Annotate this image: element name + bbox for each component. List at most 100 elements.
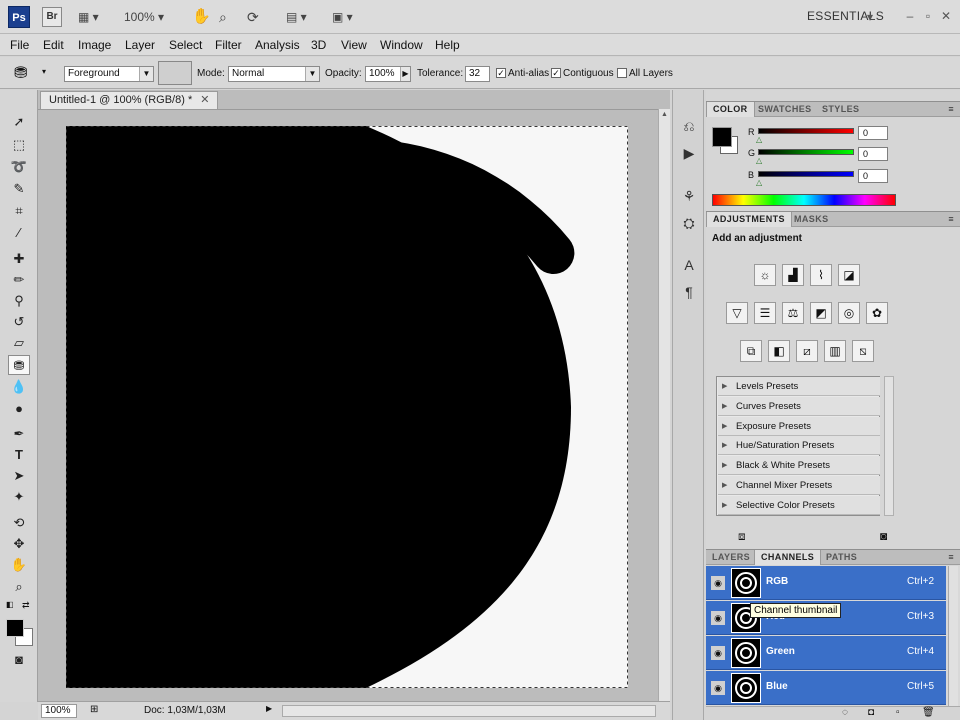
zoom-tool-icon[interactable]: ⌕ xyxy=(219,8,227,26)
visibility-eye-icon[interactable]: ◉ xyxy=(711,611,725,625)
default-colors-icon[interactable]: ◧ xyxy=(6,600,14,609)
3d-orbit-tool-icon[interactable]: ✥ xyxy=(8,534,30,554)
presets-scrollbar[interactable] xyxy=(884,376,894,516)
swap-colors-icon[interactable]: ⇄ xyxy=(22,600,30,611)
hand-tool-icon[interactable]: ✋ xyxy=(192,8,211,26)
g-value-field[interactable]: 0 xyxy=(858,147,888,161)
preset-exposure[interactable]: Exposure Presets xyxy=(718,417,880,436)
preset-black-white[interactable]: Black & White Presets xyxy=(718,456,880,475)
tab-paths[interactable]: PATHS xyxy=(820,550,863,565)
close-icon[interactable]: ✕ xyxy=(200,94,209,106)
close-icon[interactable]: ✕ xyxy=(938,8,954,24)
channel-thumbnail[interactable] xyxy=(731,638,761,668)
channel-row-blue[interactable]: ◉ Blue Ctrl+5 xyxy=(706,671,946,705)
invert-icon[interactable]: ⧉ xyxy=(740,340,762,362)
eyedropper-tool-icon[interactable]: ⁄ xyxy=(8,223,30,243)
menu-3d[interactable]: 3D xyxy=(311,38,326,52)
history-brush-tool-icon[interactable]: ↺ xyxy=(8,312,30,332)
menu-image[interactable]: Image xyxy=(78,38,111,52)
black-white-icon[interactable]: ◩ xyxy=(810,302,832,324)
menu-edit[interactable]: Edit xyxy=(43,38,64,52)
tab-styles[interactable]: STYLES xyxy=(816,102,865,117)
tolerance-input[interactable]: 32 xyxy=(465,66,490,82)
load-selection-icon[interactable]: ◌ xyxy=(842,707,848,718)
restore-icon[interactable]: ▫ xyxy=(920,8,936,24)
new-channel-icon[interactable]: ▫ xyxy=(896,707,900,718)
tab-color[interactable]: COLOR xyxy=(706,102,755,117)
b-value-field[interactable]: 0 xyxy=(858,169,888,183)
move-tool-icon[interactable]: ➚ xyxy=(8,112,30,132)
minimize-icon[interactable]: – xyxy=(902,8,918,24)
channel-row-green[interactable]: ◉ Green Ctrl+4 xyxy=(706,636,946,670)
status-menu-icon[interactable]: ▶ xyxy=(266,704,272,713)
color-fg-swatch[interactable] xyxy=(712,127,732,147)
chevron-up-icon[interactable]: ▲ xyxy=(661,111,669,121)
tab-adjustments[interactable]: ADJUSTMENTS xyxy=(706,212,792,227)
clone-source-panel-icon[interactable]: ⚘ xyxy=(679,186,699,206)
b-slider[interactable] xyxy=(758,171,854,177)
clone-stamp-tool-icon[interactable]: ⚲ xyxy=(8,291,30,311)
history-panel-icon[interactable]: ⎌ xyxy=(679,116,699,136)
channel-thumbnail[interactable] xyxy=(731,568,761,598)
rotate-view-icon[interactable]: ⟳ xyxy=(247,8,259,26)
brightness-contrast-icon[interactable]: ☼ xyxy=(754,264,776,286)
paint-bucket-preset-icon[interactable]: ⛃ xyxy=(14,63,27,83)
b-slider-handle[interactable]: △ xyxy=(756,178,762,187)
foreground-color-swatch[interactable] xyxy=(6,619,24,637)
contiguous-checkbox[interactable]: ✓ xyxy=(551,68,561,78)
brush-tool-icon[interactable]: ✏ xyxy=(8,270,30,290)
tab-swatches[interactable]: SWATCHES xyxy=(752,102,818,117)
visibility-eye-icon[interactable]: ◉ xyxy=(711,681,725,695)
opacity-input[interactable]: 100% ▶ xyxy=(365,66,411,82)
panel-menu-icon[interactable]: ≡ xyxy=(942,550,960,565)
color-balance-icon[interactable]: ⚖ xyxy=(782,302,804,324)
arrange-documents-icon[interactable]: ▤ ▾ xyxy=(286,8,307,26)
posterize-icon[interactable]: ◧ xyxy=(768,340,790,362)
menu-select[interactable]: Select xyxy=(169,38,202,52)
r-slider[interactable] xyxy=(758,128,854,134)
visibility-eye-icon[interactable]: ◉ xyxy=(711,646,725,660)
lasso-tool-icon[interactable]: ➰ xyxy=(8,157,30,177)
preset-channel-mixer[interactable]: Channel Mixer Presets xyxy=(718,476,880,495)
screen-mode-icon[interactable]: ▣ ▾ xyxy=(332,8,353,26)
g-slider-handle[interactable]: △ xyxy=(756,156,762,165)
view-extras-icon[interactable]: ▦ ▾ xyxy=(78,8,99,26)
gradient-map-icon[interactable]: ▥ xyxy=(824,340,846,362)
canvas-area[interactable] xyxy=(38,109,658,701)
photo-filter-icon[interactable]: ◎ xyxy=(838,302,860,324)
horizontal-scrollbar[interactable] xyxy=(282,705,656,717)
3d-rotate-tool-icon[interactable]: ⟲ xyxy=(8,513,30,533)
document-tab[interactable]: Untitled-1 @ 100% (RGB/8) * ✕ xyxy=(40,91,219,109)
channel-thumbnail[interactable] xyxy=(731,673,761,703)
menu-layer[interactable]: Layer xyxy=(125,38,155,52)
channel-mixer-icon[interactable]: ✿ xyxy=(866,302,888,324)
status-zoom-field[interactable]: 100% xyxy=(41,704,77,718)
channel-row-rgb[interactable]: ◉ RGB Ctrl+2 xyxy=(706,566,946,600)
g-slider[interactable] xyxy=(758,149,854,155)
pen-tool-icon[interactable]: ✒ xyxy=(8,424,30,444)
vibrance-icon[interactable]: ▽ xyxy=(726,302,748,324)
chevron-down-icon[interactable]: ▾ xyxy=(862,9,878,25)
r-slider-handle[interactable]: △ xyxy=(756,135,762,144)
type-tool-icon[interactable]: T xyxy=(8,445,30,465)
dodge-tool-icon[interactable]: ● xyxy=(8,399,30,419)
color-ramp[interactable] xyxy=(712,194,896,206)
selective-color-icon[interactable]: ⧅ xyxy=(852,340,874,362)
antialias-checkbox[interactable]: ✓ xyxy=(496,68,506,78)
hue-saturation-icon[interactable]: ☰ xyxy=(754,302,776,324)
panel-menu-icon[interactable]: ≡ xyxy=(942,102,960,117)
zoom-tool-icon[interactable]: ⌕ xyxy=(8,577,30,597)
curves-icon[interactable]: ⌇ xyxy=(810,264,832,286)
levels-icon[interactable]: ▟ xyxy=(782,264,804,286)
quick-mask-icon[interactable]: ◙ xyxy=(8,650,30,670)
tab-masks[interactable]: MASKS xyxy=(788,212,835,227)
menu-file[interactable]: File xyxy=(10,38,29,52)
eraser-tool-icon[interactable]: ▱ xyxy=(8,333,30,353)
hand-tool-icon[interactable]: ✋ xyxy=(8,555,30,575)
bridge-button[interactable]: Br xyxy=(42,7,62,27)
preset-selective-color[interactable]: Selective Color Presets xyxy=(718,496,880,515)
chevron-down-icon[interactable]: ▾ xyxy=(42,67,46,76)
menu-view[interactable]: View xyxy=(341,38,367,52)
brushes-panel-icon[interactable]: ⛭ xyxy=(679,213,699,233)
actions-panel-icon[interactable]: ▶ xyxy=(679,143,699,163)
